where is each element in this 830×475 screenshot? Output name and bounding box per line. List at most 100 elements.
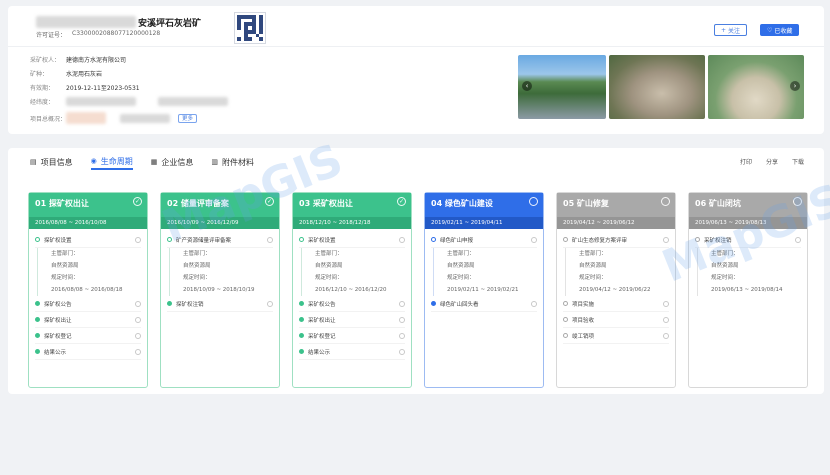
- blurred-coords-2: [158, 96, 228, 106]
- task-name: 绿色矿山申报: [440, 237, 474, 244]
- detail-time: 2019/06/13 ~ 2019/08/14: [711, 287, 783, 293]
- ring-icon: [399, 348, 405, 355]
- stage-card[interactable]: 01 探矿权出让 ✓ 2016/08/08 ~ 2016/10/08 探矿权设置 主管部…: [28, 192, 148, 388]
- circle-icon: [793, 197, 802, 206]
- tab-lifecycle[interactable]: ◉ 生命周期: [90, 154, 133, 170]
- blurred-contact-2: [120, 113, 170, 123]
- task-item[interactable]: 采矿权设置: [299, 232, 405, 248]
- task-item[interactable]: 绿色矿山回头看: [431, 296, 537, 312]
- document-icon: ▤: [30, 158, 37, 166]
- validity-label: 有效期：: [30, 84, 55, 92]
- detail-time-label: 规定时间：: [315, 275, 343, 281]
- contact-row: 项目总概况： 更多: [30, 108, 228, 128]
- stage-title: 03 采矿权出让: [299, 199, 353, 208]
- status-dot-icon: [35, 237, 40, 242]
- tab-attachments[interactable]: ▥ 附件材料: [211, 154, 254, 170]
- header-divider: [8, 46, 824, 47]
- cycle-icon: ◉: [90, 157, 97, 165]
- task-item[interactable]: 竣工销项: [563, 328, 669, 344]
- task-item[interactable]: 探矿权设置: [35, 232, 141, 248]
- ring-icon: [531, 300, 537, 307]
- task-name: 结果公示: [308, 349, 331, 356]
- stage-card[interactable]: 03 采矿权出让 ✓ 2018/12/10 ~ 2018/12/18 采矿权设置 主管部…: [292, 192, 412, 388]
- status-dot-icon: [299, 237, 304, 242]
- task-item[interactable]: 探矿权出让: [35, 312, 141, 328]
- owner-value: 建德南方水泥有限公司: [66, 56, 127, 64]
- status-dot-icon: [167, 237, 172, 242]
- share-button[interactable]: 分享: [766, 157, 778, 166]
- site-photo-1[interactable]: ‹: [518, 55, 606, 119]
- stage-task-list: 矿山生态修复方案评审 主管部门： 自然资源局 规定时间： 2019/04/12 ~ 20…: [557, 229, 675, 344]
- task-name: 探矿权出让: [44, 317, 72, 324]
- stage-card[interactable]: 05 矿山修复 2019/04/12 ~ 2019/06/12 矿山生态修复方案评审…: [556, 192, 676, 388]
- print-button[interactable]: 打印: [740, 157, 752, 166]
- detail-dept: 自然资源局: [315, 263, 343, 269]
- status-dot-icon: [35, 349, 40, 354]
- stage-title: 01 探矿权出让: [35, 199, 89, 208]
- tab-project-info[interactable]: ▤ 项目信息: [30, 154, 73, 170]
- stage-header: 01 探矿权出让 ✓ 2016/08/08 ~ 2016/10/08: [29, 193, 147, 229]
- task-name: 竣工销项: [572, 333, 595, 340]
- ring-icon: [663, 316, 669, 323]
- ring-icon: [135, 316, 141, 323]
- saved-button[interactable]: ♡ 已收藏: [760, 24, 800, 36]
- status-dot-icon: [299, 349, 304, 354]
- task-item[interactable]: 项目验收: [563, 312, 669, 328]
- stage-dates: 2019/06/13 ~ 2019/08/13: [689, 217, 807, 229]
- detail-dept-label: 主管部门：: [579, 251, 607, 257]
- tab-label: 项目信息: [40, 157, 73, 167]
- detail-dept: 自然资源局: [447, 263, 475, 269]
- task-detail: 主管部门： 自然资源局 规定时间： 2019/04/12 ~ 2019/06/22: [565, 248, 669, 296]
- blurred-contact-1: [66, 112, 106, 124]
- site-photo-2[interactable]: [609, 55, 705, 119]
- ring-icon: [135, 348, 141, 355]
- heart-icon: ♡: [767, 26, 773, 34]
- status-dot-icon: [431, 237, 436, 242]
- task-name: 采矿权登记: [308, 333, 336, 340]
- task-item[interactable]: 探矿权注销: [167, 296, 273, 312]
- chevron-left-icon[interactable]: ‹: [522, 81, 532, 91]
- chevron-right-icon[interactable]: ›: [790, 81, 800, 91]
- qr-code[interactable]: [234, 12, 266, 44]
- stage-list: 01 探矿权出让 ✓ 2016/08/08 ~ 2016/10/08 探矿权设置 主管部…: [28, 192, 808, 388]
- detail-time: 2019/04/12 ~ 2019/06/22: [579, 287, 651, 293]
- task-item[interactable]: 结果公示: [35, 344, 141, 360]
- stage-card[interactable]: 04 绿色矿山建设 2019/02/11 ~ 2019/04/11 绿色矿山申报主管…: [424, 192, 544, 388]
- task-detail: 主管部门： 自然资源局 规定时间： 2016/08/08 ~ 2016/08/18: [37, 248, 141, 296]
- task-item[interactable]: 矿产资源储量评审备案: [167, 232, 273, 248]
- task-item[interactable]: 项目实施: [563, 296, 669, 312]
- stage-task-list: 采矿权注销 主管部门： 自然资源局 规定时间： 2019/06/13 ~ 2019/08…: [689, 229, 807, 296]
- task-item[interactable]: 探矿权公告: [35, 296, 141, 312]
- status-dot-icon: [167, 301, 172, 306]
- task-item[interactable]: 采矿权公告: [299, 296, 405, 312]
- stage-dates: 2016/10/09 ~ 2016/12/09: [161, 217, 279, 229]
- ring-icon: [663, 236, 669, 243]
- task-name: 项目验收: [572, 317, 595, 324]
- detail-dept-label: 主管部门：: [447, 251, 475, 257]
- more-button[interactable]: 更多: [178, 113, 198, 123]
- lifecycle-card: ▤ 项目信息 ◉ 生命周期 ▦ 企业信息 ▥ 附件材料 打印 分享 下载 01 …: [8, 134, 830, 394]
- task-item[interactable]: 矿山生态修复方案评审: [563, 232, 669, 248]
- detail-time-label: 规定时间：: [711, 275, 739, 281]
- task-item[interactable]: 绿色矿山申报: [431, 232, 537, 248]
- task-name: 绿色矿山回头看: [440, 301, 479, 308]
- circle-icon: [661, 197, 670, 206]
- follow-button[interactable]: + 关注: [714, 24, 748, 36]
- task-item[interactable]: 采矿权出让: [299, 312, 405, 328]
- download-button[interactable]: 下载: [792, 157, 804, 166]
- stage-header: 06 矿山闭坑 2019/06/13 ~ 2019/08/13: [689, 193, 807, 229]
- stage-title: 06 矿山闭坑: [695, 199, 741, 208]
- stage-header: 05 矿山修复 2019/04/12 ~ 2019/06/12: [557, 193, 675, 229]
- stage-card[interactable]: 02 储量评审备案 ✓ 2016/10/09 ~ 2016/12/09 矿产资源储量评…: [160, 192, 280, 388]
- task-item[interactable]: 探矿权登记: [35, 328, 141, 344]
- saved-label: 已收藏: [774, 27, 793, 35]
- tab-company-info[interactable]: ▦ 企业信息: [151, 154, 194, 170]
- contact-label: 项目总概况：: [30, 115, 67, 123]
- site-photo-3[interactable]: ›: [708, 55, 804, 119]
- status-dot-icon: [35, 301, 40, 306]
- stage-header: 04 绿色矿山建设 2019/02/11 ~ 2019/04/11: [425, 193, 543, 229]
- stage-card[interactable]: 06 矿山闭坑 2019/06/13 ~ 2019/08/13 采矿权注销 主管部门：…: [688, 192, 808, 388]
- task-item[interactable]: 采矿权注销: [695, 232, 801, 248]
- task-item[interactable]: 结果公示: [299, 344, 405, 360]
- task-item[interactable]: 采矿权登记: [299, 328, 405, 344]
